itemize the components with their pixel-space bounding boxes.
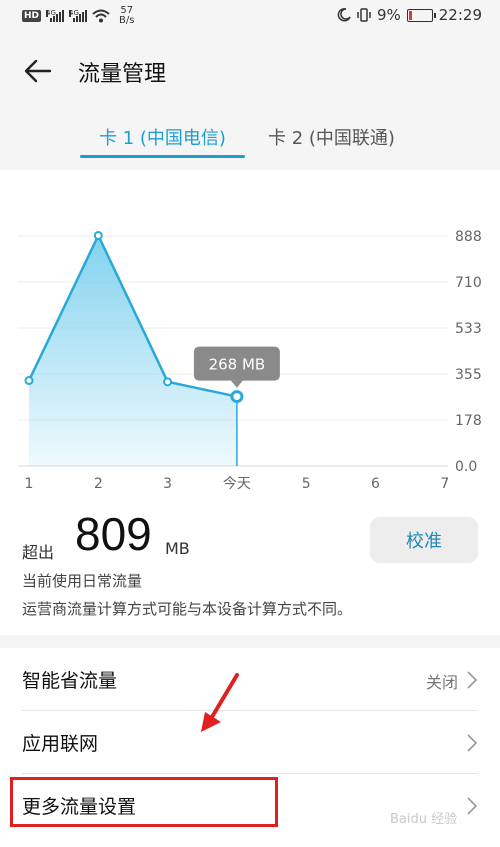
excess-value: 809 — [75, 508, 152, 560]
chevron-right-icon — [467, 797, 478, 815]
signal-icon-2: 4G — [69, 9, 88, 22]
y-tick-label: 888 — [455, 229, 482, 245]
signal-icon-1: 4G — [46, 9, 65, 22]
wifi-icon — [92, 9, 110, 23]
carrier-note: 运营商流量计算方式可能与本设备计算方式不同。 — [22, 600, 353, 618]
data-point — [163, 377, 173, 387]
vibrate-icon — [357, 8, 371, 22]
excess-label: 超出 — [22, 543, 55, 562]
page-title: 流量管理 — [78, 62, 167, 87]
tooltip-label: 268 MB — [209, 356, 266, 374]
setting-smart-data-saver[interactable]: 智能省流量 关闭 — [0, 648, 500, 710]
moon-icon — [337, 8, 351, 22]
setting-app-networking[interactable]: 应用联网 — [0, 711, 500, 773]
tab-card-2[interactable]: 卡 2 (中国联通) — [268, 124, 395, 150]
usage-card: 888 710 533 355 178 0.0 268 MB 1 2 3 今天 5 6 7 超出 809 … — [0, 170, 500, 635]
y-tick-label: 178 — [455, 413, 482, 429]
setting-value: 关闭 — [425, 673, 458, 692]
battery-icon — [406, 8, 436, 22]
x-tick-label: 5 — [302, 476, 311, 492]
battery-percent: 9% — [376, 6, 401, 24]
usage-chart: 888 710 533 355 178 0.0 268 MB 1 2 3 今天 5 6 7 — [0, 170, 500, 500]
tab-active-indicator — [80, 155, 245, 158]
y-tick-label: 0.0 — [455, 459, 477, 475]
excess-unit: MB — [165, 539, 190, 558]
annotation-arrow-icon — [201, 673, 239, 732]
watermark: Baidu 经验 — [390, 812, 458, 827]
x-tick-label: 1 — [25, 476, 34, 492]
network-type-1: 4G — [46, 9, 56, 17]
speed-unit: B/s — [119, 15, 135, 26]
chevron-right-icon — [467, 734, 478, 752]
data-point — [93, 230, 103, 240]
chevron-right-icon — [467, 671, 478, 689]
back-arrow-icon[interactable] — [22, 55, 54, 87]
data-point — [230, 390, 244, 404]
network-type-2: 4G — [69, 9, 79, 17]
setting-label: 应用联网 — [22, 733, 99, 755]
hd-icon: HD — [22, 10, 42, 22]
tooltip-pointer — [230, 380, 243, 388]
usage-description: 当前使用日常流量 — [22, 572, 143, 590]
usage-chart-svg: 888 710 533 355 178 0.0 268 MB 1 2 3 今天 5 6 7 — [18, 229, 482, 492]
status-right: 9% 22:29 — [337, 6, 482, 24]
x-tick-label: 3 — [163, 476, 172, 492]
network-speed: 57 B/s — [119, 6, 134, 26]
y-tick-label: 355 — [455, 367, 482, 383]
highlight-box — [10, 777, 278, 827]
x-tick-label: 7 — [440, 476, 449, 492]
status-bar: HD 4G 4G 57 B/s 9% 22:29 — [0, 0, 500, 32]
x-tick-label: 6 — [371, 476, 380, 492]
calibrate-button[interactable]: 校准 — [370, 517, 478, 563]
y-tick-label: 533 — [455, 321, 482, 337]
x-tick-label: 2 — [94, 476, 103, 492]
clock: 22:29 — [438, 6, 482, 24]
status-left: HD 4G 4G 57 B/s — [22, 6, 134, 26]
data-point — [24, 376, 34, 386]
setting-label: 智能省流量 — [22, 670, 118, 692]
y-tick-label: 710 — [455, 275, 482, 291]
tab-card-1[interactable]: 卡 1 (中国电信) — [80, 124, 245, 150]
x-tick-label: 今天 — [223, 476, 251, 492]
